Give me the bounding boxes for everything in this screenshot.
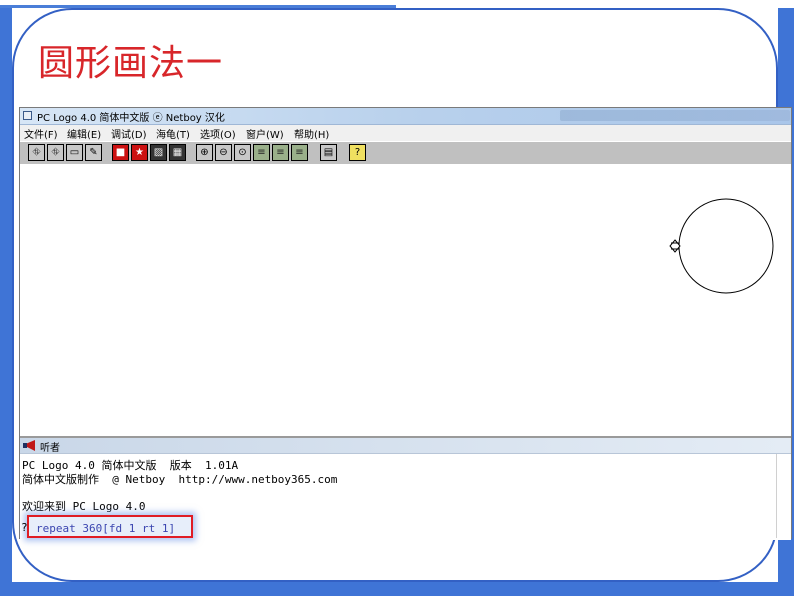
slide-frame-left <box>0 8 12 596</box>
help-icon[interactable]: ? <box>349 144 366 161</box>
stop-icon[interactable]: ■ <box>112 144 129 161</box>
traffic-light-3-icon[interactable]: ≡ <box>291 144 308 161</box>
menu-debug[interactable]: 调试(D) <box>111 126 147 141</box>
turtle-up-icon[interactable]: ⛗ <box>47 144 64 161</box>
menu-options[interactable]: 选项(O) <box>200 126 236 141</box>
drawn-circle <box>678 198 774 294</box>
logo-window: PC Logo 4.0 简体中文版 ⓔ Netboy 汉化 文件(F) 编辑(E… <box>19 107 792 540</box>
screen-icon[interactable]: ▤ <box>320 144 337 161</box>
window-title: PC Logo 4.0 简体中文版 ⓔ Netboy 汉化 <box>37 113 225 124</box>
console-line-2: 简体中文版制作 @ Netboy http://www.netboy365.co… <box>22 473 338 486</box>
console-prompt: ? <box>21 521 28 534</box>
menu-turtle[interactable]: 海龟(T) <box>156 126 190 141</box>
toolbar: ⛗ ⛗ ▭ ✎ ■ ★ ▨ ▦ ⊕ ⊖ ⊙ ≡ ≡ ≡ ▤ ? <box>20 141 791 165</box>
menu-file[interactable]: 文件(F) <box>24 126 58 141</box>
canvas-svg <box>669 198 774 294</box>
traffic-light-icon[interactable]: ≡ <box>253 144 270 161</box>
turtle-icon[interactable]: ⛗ <box>28 144 45 161</box>
listener-icon <box>23 440 35 451</box>
eraser-icon[interactable]: ▭ <box>66 144 83 161</box>
star-icon[interactable]: ★ <box>131 144 148 161</box>
hatch-icon[interactable]: ▨ <box>150 144 167 161</box>
menu-help[interactable]: 帮助(H) <box>294 126 329 141</box>
pattern-icon[interactable]: ▦ <box>169 144 186 161</box>
zoom-out-icon[interactable]: ⊖ <box>215 144 232 161</box>
slide-frame-bottom <box>0 582 794 596</box>
console-line-4: 欢迎来到 PC Logo 4.0 <box>22 500 146 513</box>
window-titlebar[interactable]: PC Logo 4.0 简体中文版 ⓔ Netboy 汉化 <box>20 108 791 125</box>
zoom-reset-icon[interactable]: ⊙ <box>234 144 251 161</box>
turtle-icon <box>669 239 681 253</box>
menu-edit[interactable]: 编辑(E) <box>67 126 101 141</box>
traffic-light-2-icon[interactable]: ≡ <box>272 144 289 161</box>
pen-icon[interactable]: ✎ <box>85 144 102 161</box>
listener-titlebar: 听者 <box>20 438 791 454</box>
listener-label: 听者 <box>40 443 60 454</box>
menu-bar: 文件(F) 编辑(E) 调试(D) 海龟(T) 选项(O) 窗户(W) 帮助(H… <box>20 125 791 141</box>
command-input[interactable]: repeat 360[fd 1 rt 1] <box>36 522 175 535</box>
slide-title: 圆形画法一 <box>38 43 224 84</box>
blurred-taskbar-overlay <box>560 110 790 121</box>
menu-window[interactable]: 窗户(W) <box>246 126 284 141</box>
zoom-in-icon[interactable]: ⊕ <box>196 144 213 161</box>
drawing-canvas[interactable] <box>20 164 791 438</box>
app-icon[interactable] <box>23 111 32 120</box>
console-scrollbar[interactable] <box>776 454 791 538</box>
